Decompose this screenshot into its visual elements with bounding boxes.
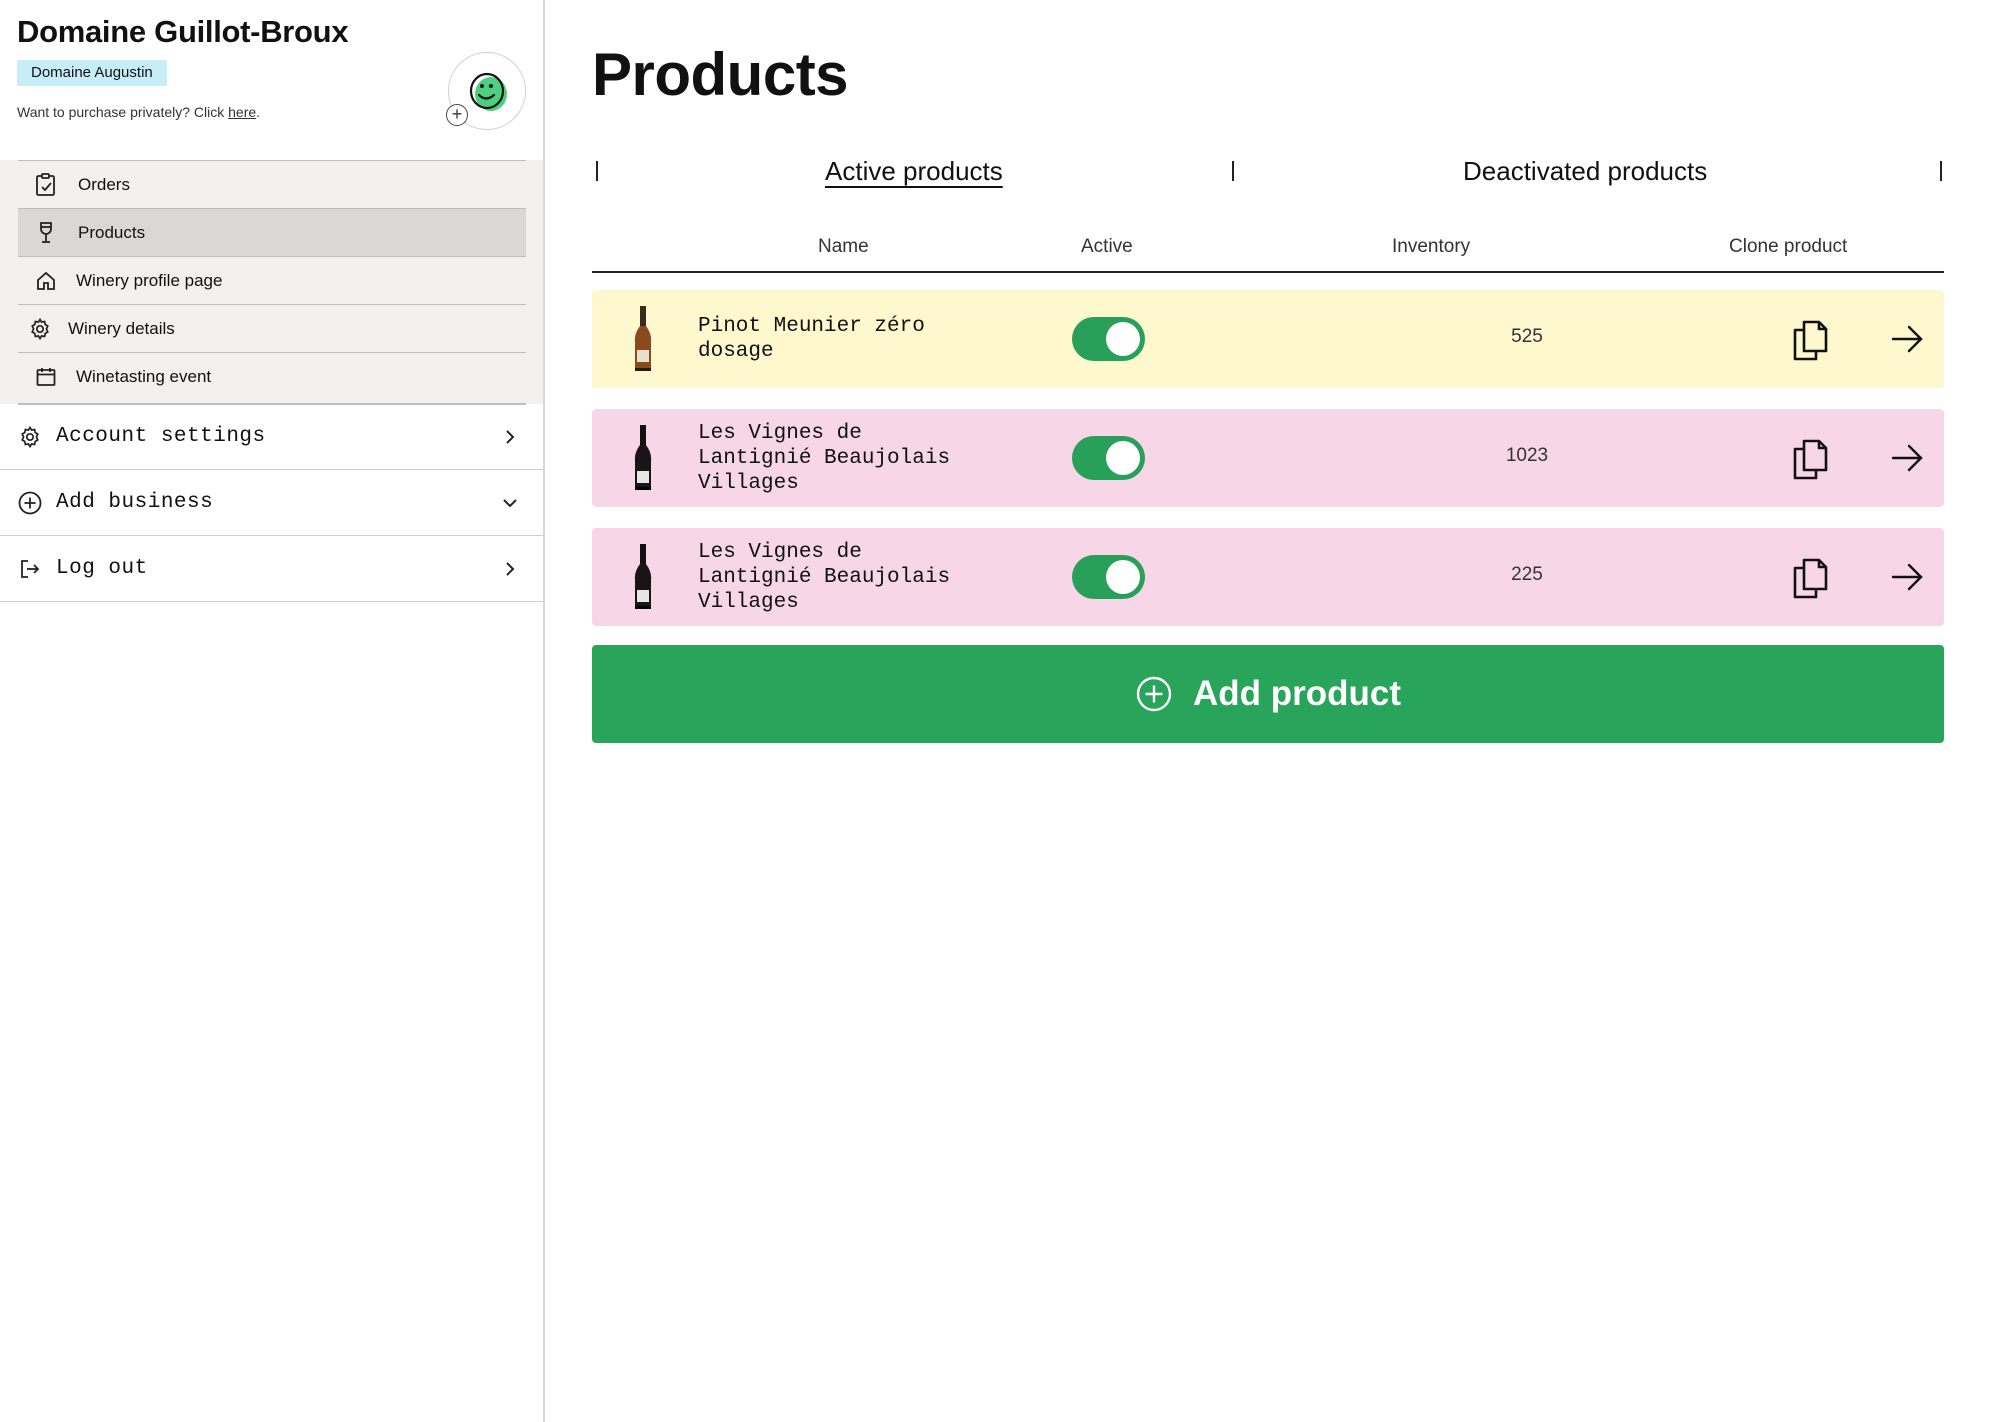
private-purchase-note: Want to purchase privately? Click here.: [17, 104, 260, 120]
active-toggle[interactable]: [1072, 555, 1145, 599]
brand-title: Domaine Guillot-Broux: [17, 14, 349, 49]
product-name-line: Les Vignes de: [698, 541, 862, 564]
arrow-right-icon[interactable]: [1890, 560, 1924, 594]
table-row[interactable]: Pinot Meunier zéro dosage 525: [592, 290, 1944, 388]
calendar-icon: [32, 363, 60, 391]
inventory-value: 225: [1511, 564, 1543, 585]
sidebar-item-label: Winery details: [68, 318, 175, 338]
product-name: Les Vignes de Lantignié Beaujolais Villa…: [698, 540, 998, 615]
arrow-right-icon[interactable]: [1890, 441, 1924, 475]
log-out-item[interactable]: Log out: [0, 536, 543, 602]
private-note-suffix: .: [256, 104, 261, 120]
sidebar-item-orders[interactable]: Orders: [18, 160, 526, 208]
gear-icon: [26, 315, 54, 343]
product-name-line: Villages: [698, 472, 799, 495]
table-row[interactable]: Les Vignes de Lantignié Beaujolais Villa…: [592, 409, 1944, 507]
tab-deactivated-products[interactable]: Deactivated products: [1463, 156, 1707, 187]
arrow-right-icon[interactable]: [1890, 322, 1924, 356]
product-name-line: Lantignié Beaujolais: [698, 566, 951, 589]
product-name-line: Pinot Meunier zéro: [698, 315, 925, 338]
add-product-label: Add product: [1192, 674, 1402, 713]
wine-bottle-image: [634, 425, 652, 490]
column-header-name: Name: [818, 236, 869, 257]
gear-icon: [16, 423, 44, 451]
chevron-right-icon: [499, 426, 521, 448]
tab-separator: [596, 161, 598, 181]
product-name: Les Vignes de Lantignié Beaujolais Villa…: [698, 421, 998, 496]
sidebar-item-winery-profile[interactable]: Winery profile page: [18, 256, 526, 304]
column-header-clone-product: Clone product: [1729, 236, 1848, 257]
inventory-value: 1023: [1505, 445, 1549, 466]
log-out-label: Log out: [56, 557, 148, 580]
add-avatar-plus-icon[interactable]: +: [446, 104, 468, 126]
table-row[interactable]: Les Vignes de Lantignié Beaujolais Villa…: [592, 528, 1944, 626]
add-business-label: Add business: [56, 491, 214, 514]
clipboard-check-icon: [32, 171, 60, 199]
clone-copy-icon[interactable]: [1790, 318, 1830, 362]
sidebar-item-label: Products: [78, 222, 146, 242]
product-name-line: Villages: [698, 591, 799, 614]
active-toggle[interactable]: [1072, 317, 1145, 361]
tab-active-products[interactable]: Active products: [825, 156, 1003, 187]
brand-badge[interactable]: Domaine Augustin: [17, 60, 167, 86]
toggle-knob: [1106, 560, 1140, 594]
product-name-line: Les Vignes de: [698, 422, 862, 445]
sidebar-nav: Orders Products Winery profile page Wine…: [0, 160, 543, 405]
column-header-active: Active: [1081, 236, 1133, 257]
product-name-line: dosage: [698, 340, 774, 363]
clone-copy-icon[interactable]: [1790, 437, 1830, 481]
tab-separator: [1232, 161, 1234, 181]
account-settings-item[interactable]: Account settings: [0, 404, 543, 470]
private-note-text: Want to purchase privately? Click: [17, 104, 229, 120]
sidebar-item-label: Winery profile page: [76, 270, 223, 290]
toggle-knob: [1106, 441, 1140, 475]
home-icon: [32, 267, 60, 295]
sidebar-item-winetasting-event[interactable]: Winetasting event: [18, 352, 526, 400]
sidebar-item-label: Winetasting event: [76, 366, 212, 386]
account-settings-label: Account settings: [56, 425, 266, 448]
inventory-value: 525: [1511, 326, 1543, 347]
plus-circle-icon: [16, 489, 44, 517]
smiley-face-icon: [469, 72, 507, 111]
product-name-line: Lantignié Beaujolais: [698, 447, 951, 470]
sidebar: Domaine Guillot-Broux Domaine Augustin W…: [0, 0, 545, 1422]
active-toggle[interactable]: [1072, 436, 1145, 480]
wine-glass-icon: [32, 219, 60, 247]
chevron-right-icon: [499, 558, 521, 580]
add-business-item[interactable]: Add business: [0, 470, 543, 536]
sidebar-item-label: Orders: [78, 174, 130, 194]
wine-bottle-image: [634, 306, 652, 371]
plus-circle-icon: [1135, 675, 1173, 713]
table-header-divider: [592, 271, 1944, 273]
column-header-inventory: Inventory: [1392, 236, 1471, 257]
page-title: Products: [592, 41, 849, 108]
toggle-knob: [1106, 322, 1140, 356]
private-purchase-link[interactable]: here: [228, 104, 256, 120]
logout-icon: [16, 555, 44, 583]
product-name: Pinot Meunier zéro dosage: [698, 314, 998, 364]
wine-bottle-image: [634, 544, 652, 609]
chevron-down-icon: [499, 492, 521, 514]
sidebar-item-products[interactable]: Products: [18, 208, 526, 256]
add-product-button[interactable]: Add product: [592, 645, 1944, 743]
tab-separator: [1940, 161, 1942, 181]
sidebar-item-winery-details[interactable]: Winery details: [18, 304, 526, 352]
clone-copy-icon[interactable]: [1790, 556, 1830, 600]
